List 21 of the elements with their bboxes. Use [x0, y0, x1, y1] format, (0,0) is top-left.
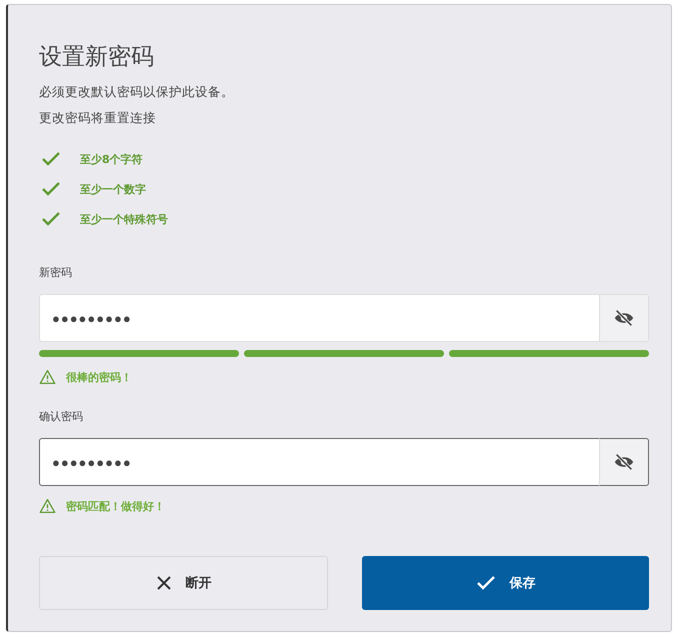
disconnect-button[interactable]: 断开	[39, 556, 328, 610]
description-text: 更改密码将重置连接	[39, 110, 157, 127]
password-field[interactable]: ●●●●●●●●●	[39, 294, 599, 342]
warning-icon	[39, 369, 56, 385]
hide-password-button[interactable]	[599, 438, 649, 486]
requirement-text: 至少一个特殊符号	[80, 212, 168, 226]
requirement-text: 至少8个字符	[80, 152, 143, 166]
description-text: 必须更改默认密码以保护此设备。	[39, 84, 235, 101]
field-label: 确认密码	[39, 409, 84, 424]
validation-message: 密码匹配！做得好！	[66, 498, 165, 514]
eye-slash-icon	[613, 307, 635, 329]
save-button[interactable]: 保存	[362, 556, 649, 610]
dialog-title: 设置新密码	[39, 43, 155, 72]
check-icon	[476, 575, 496, 591]
eye-slash-icon	[613, 451, 635, 473]
requirement-text: 至少一个数字	[80, 182, 146, 196]
password-field[interactable]: ●●●●●●●●●	[39, 438, 599, 486]
validation-message: 很棒的密码！	[66, 370, 132, 384]
close-icon	[156, 575, 172, 591]
field-label: 新密码	[39, 265, 73, 280]
warning-icon	[39, 498, 56, 514]
